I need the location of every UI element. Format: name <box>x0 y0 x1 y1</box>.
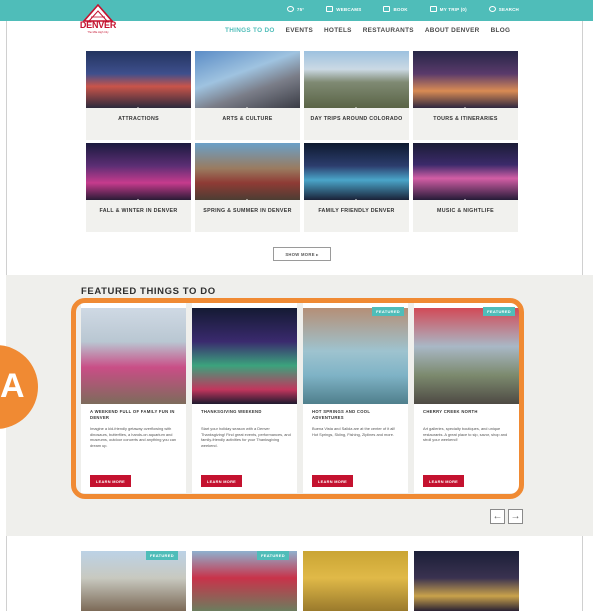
nav-things-to-do[interactable]: THINGS TO DO <box>225 27 275 34</box>
category-grid: ATTRACTIONS ARTS & CULTURE DAY TRIPS ARO… <box>86 51 520 232</box>
category-image <box>195 143 300 200</box>
bottom-card-image[interactable] <box>414 551 519 611</box>
nav-about-denver[interactable]: ABOUT DENVER <box>425 27 480 34</box>
tile-notch <box>134 107 142 111</box>
page: 75° WEBCAMS BOOK MY TRIP (0) SEARCH DENV… <box>0 0 593 611</box>
bottom-card-image[interactable] <box>81 551 186 611</box>
tile-notch <box>352 199 360 203</box>
utility-search-label: SEARCH <box>498 6 519 12</box>
category-tile-spring-summer[interactable]: SPRING & SUMMER IN DENVER <box>195 143 300 232</box>
featured-tag: FEATURED <box>146 551 178 560</box>
utility-my-trip-label: MY TRIP (0) <box>439 6 467 12</box>
utility-my-trip[interactable]: MY TRIP (0) <box>429 6 467 12</box>
category-tile-attractions[interactable]: ATTRACTIONS <box>86 51 191 140</box>
logo-wordmark: DENVER <box>79 20 117 30</box>
category-tile-fall-winter[interactable]: FALL & WINTER IN DENVER <box>86 143 191 232</box>
main-nav: THINGS TO DO EVENTS HOTELS RESTAURANTS A… <box>225 27 510 34</box>
category-image <box>413 143 518 200</box>
denver-logo[interactable]: DENVER The Mile High City <box>78 4 118 38</box>
featured-tag: FEATURED <box>257 551 289 560</box>
briefcase-icon <box>429 6 437 12</box>
utility-webcams-label: WEBCAMS <box>336 6 362 12</box>
nav-hotels[interactable]: HOTELS <box>324 27 352 34</box>
utility-weather[interactable]: 75° <box>286 6 305 12</box>
tile-notch <box>243 199 251 203</box>
utility-links: 75° WEBCAMS BOOK MY TRIP (0) SEARCH <box>286 6 519 12</box>
category-tile-arts-culture[interactable]: ARTS & CULTURE <box>195 51 300 140</box>
tile-notch <box>461 199 469 203</box>
carousel-prev-button[interactable]: ← <box>490 509 505 524</box>
annotation-letter: A <box>0 367 25 405</box>
nav-events[interactable]: EVENTS <box>286 27 313 34</box>
category-label: MUSIC & NIGHTLIFE <box>437 208 494 214</box>
bottom-card-image[interactable] <box>192 551 297 611</box>
utility-search[interactable]: SEARCH <box>488 6 519 12</box>
category-image <box>86 143 191 200</box>
utility-webcams[interactable]: WEBCAMS <box>326 6 361 12</box>
category-label: DAY TRIPS AROUND COLORADO <box>310 116 403 122</box>
category-image <box>195 51 300 108</box>
category-label: FALL & WINTER IN DENVER <box>99 208 178 214</box>
utility-book[interactable]: BOOK <box>383 6 408 12</box>
nav-blog[interactable]: BLOG <box>491 27 511 34</box>
category-label: TOURS & ITINERARIES <box>433 116 498 122</box>
category-image <box>304 143 409 200</box>
featured-title: FEATURED THINGS TO DO <box>81 286 216 297</box>
category-label: ARTS & CULTURE <box>222 116 273 122</box>
category-label: FAMILY FRIENDLY DENVER <box>318 208 395 214</box>
logo-tagline: The Mile High City <box>87 31 109 34</box>
search-icon <box>488 6 496 12</box>
utility-book-label: BOOK <box>393 6 408 12</box>
bottom-card-image[interactable] <box>303 551 408 611</box>
tile-notch <box>461 107 469 111</box>
category-tile-music-nightlife[interactable]: MUSIC & NIGHTLIFE <box>413 143 518 232</box>
utility-weather-label: 75° <box>296 6 305 12</box>
category-image <box>86 51 191 108</box>
tile-notch <box>243 107 251 111</box>
show-more-button[interactable]: SHOW MORE ▸ <box>273 247 331 261</box>
category-tile-family-friendly[interactable]: FAMILY FRIENDLY DENVER <box>304 143 409 232</box>
category-label: SPRING & SUMMER IN DENVER <box>203 208 292 214</box>
highlight-outline <box>71 298 524 499</box>
calendar-icon <box>383 6 391 12</box>
nav-restaurants[interactable]: RESTAURANTS <box>363 27 414 34</box>
category-label: ATTRACTIONS <box>118 116 159 122</box>
sun-icon <box>286 6 294 12</box>
category-image <box>304 51 409 108</box>
tile-notch <box>352 107 360 111</box>
camera-icon <box>326 6 334 12</box>
category-tile-day-trips[interactable]: DAY TRIPS AROUND COLORADO <box>304 51 409 140</box>
category-tile-tours[interactable]: TOURS & ITINERARIES <box>413 51 518 140</box>
carousel-next-button[interactable]: → <box>508 509 523 524</box>
category-image <box>413 51 518 108</box>
tile-notch <box>134 199 142 203</box>
